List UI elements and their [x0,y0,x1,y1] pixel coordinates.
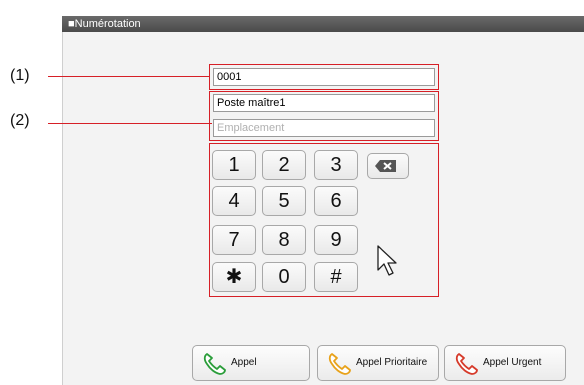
callout-label-1: (1) [10,67,30,84]
key-6[interactable]: 6 [314,186,358,216]
urgent-call-button-label: Appel Urgent [483,357,542,368]
key-7[interactable]: 7 [212,225,256,255]
phone-icon [328,353,351,375]
callout-line-1 [48,76,210,77]
priority-call-button[interactable]: Appel Prioritaire [317,345,439,381]
call-button-label: Appel [231,357,257,368]
callout-line-2 [48,123,212,124]
priority-call-button-label: Appel Prioritaire [356,357,428,368]
name-field[interactable]: Poste maître1 [213,94,435,112]
number-field[interactable]: 0001 [213,68,435,86]
location-field[interactable]: Emplacement [213,119,435,137]
key-2[interactable]: 2 [262,150,306,180]
call-button[interactable]: Appel [192,345,310,381]
key-4[interactable]: 4 [212,186,256,216]
key-5[interactable]: 5 [262,186,306,216]
urgent-call-button[interactable]: Appel Urgent [444,345,566,381]
phone-icon [203,353,226,375]
panel-title: ■Numérotation [62,16,584,32]
key-hash[interactable]: # [314,262,358,292]
phone-icon [455,353,478,375]
key-8[interactable]: 8 [262,225,306,255]
backspace-icon [375,160,396,172]
mouse-cursor-icon [377,245,397,276]
key-9[interactable]: 9 [314,225,358,255]
key-0[interactable]: 0 [262,262,306,292]
key-star[interactable]: ✱ [212,262,256,292]
callout-label-2: (2) [10,112,30,129]
key-1[interactable]: 1 [212,150,256,180]
key-3[interactable]: 3 [314,150,358,180]
backspace-key[interactable] [367,153,409,179]
